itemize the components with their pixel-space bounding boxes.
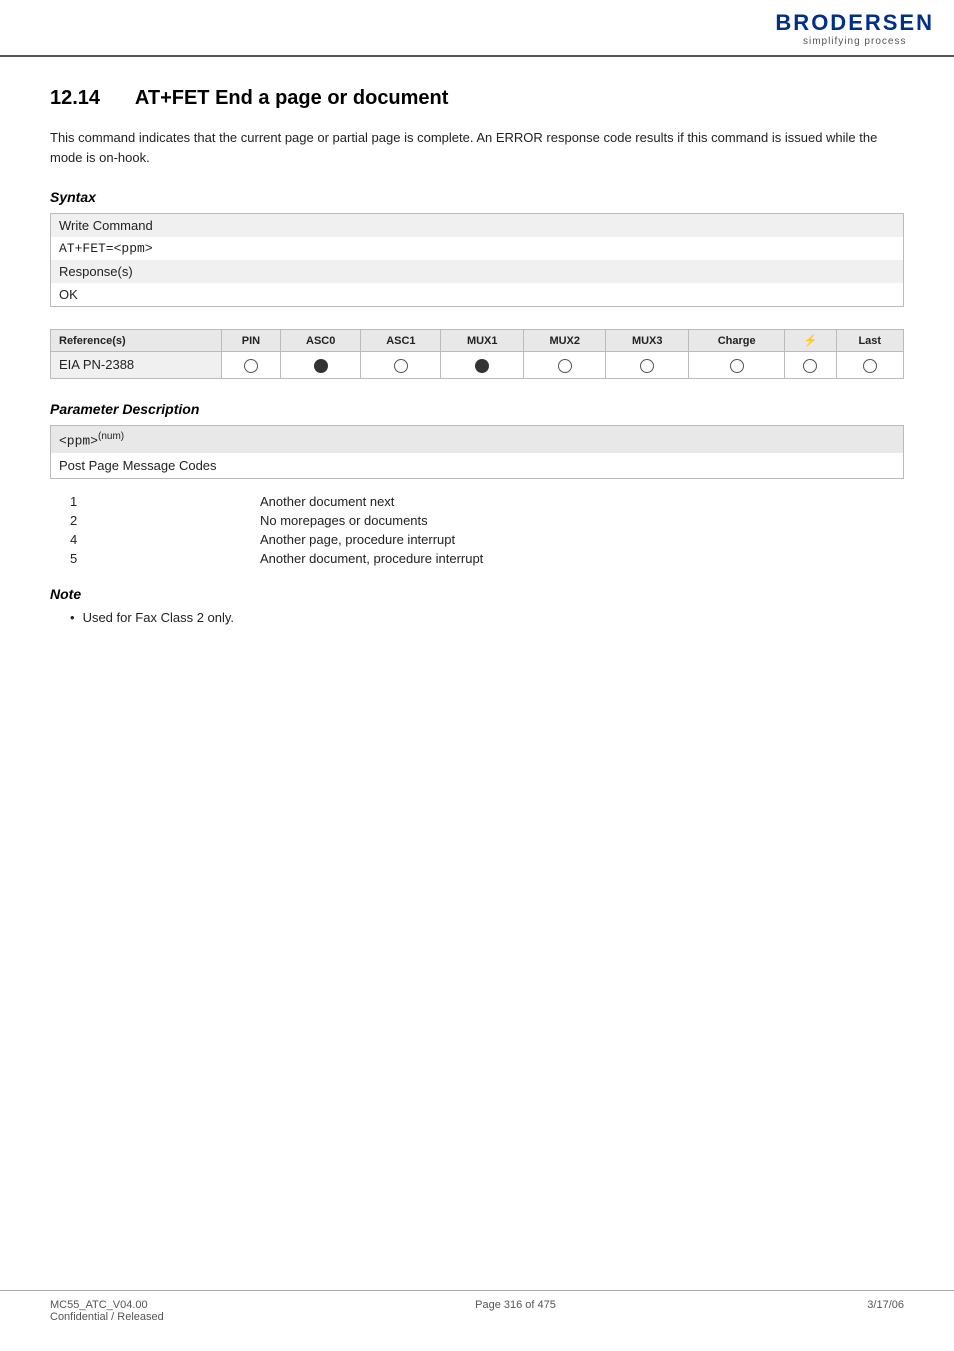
param-desc-5: Another document, procedure interrupt: [260, 551, 483, 566]
ref-col-mux1: MUX1: [441, 330, 524, 352]
ref-col-asc0: ASC0: [281, 330, 361, 352]
note-text-1: Used for Fax Class 2 only.: [83, 610, 234, 625]
syntax-table: Write Command AT+FET=<ppm> Response(s) O…: [50, 213, 904, 307]
note-list: • Used for Fax Class 2 only.: [70, 610, 904, 625]
param-desc-heading: Parameter Description: [50, 401, 904, 417]
footer-date: 3/17/06: [867, 1299, 904, 1311]
ref-data-row: EIA PN-2388: [51, 352, 904, 379]
section-heading: AT+FET End a page or document: [135, 87, 449, 109]
ref-cell-mux2: [523, 352, 606, 379]
syntax-cell-command: AT+FET=<ppm>: [51, 237, 904, 260]
circle-empty-pin: [244, 359, 258, 373]
param-num-5: 5: [60, 551, 260, 566]
section-number: 12.14: [50, 87, 100, 109]
logo: BRODERSEN simplifying process: [775, 10, 934, 47]
syntax-cell-ok: OK: [51, 283, 904, 307]
syntax-cell-response-label: Response(s): [51, 260, 904, 283]
param-value-1: 1 Another document next: [60, 494, 904, 509]
param-row-label: <ppm>(num): [51, 425, 904, 453]
ref-col-name: Reference(s): [51, 330, 222, 352]
circle-empty-special: [803, 359, 817, 373]
param-row-desc: Post Page Message Codes: [51, 453, 904, 479]
param-value-4: 4 Another page, procedure interrupt: [60, 532, 904, 547]
ref-cell-pin: [221, 352, 280, 379]
ref-cell-last: [836, 352, 904, 379]
param-num-1: 1: [60, 494, 260, 509]
syntax-row-write-command: Write Command: [51, 214, 904, 238]
circle-empty-charge: [730, 359, 744, 373]
main-content: 12.14 AT+FET End a page or document This…: [0, 57, 954, 659]
ref-col-asc1: ASC1: [361, 330, 441, 352]
param-cell-label: <ppm>(num): [51, 425, 904, 453]
ref-header-row: Reference(s) PIN ASC0 ASC1 MUX1 MUX2 MUX…: [51, 330, 904, 352]
logo-subtitle: simplifying process: [775, 36, 934, 47]
ref-col-mux3: MUX3: [606, 330, 689, 352]
param-num-2: 2: [60, 513, 260, 528]
param-desc-1: Another document next: [260, 494, 394, 509]
ref-cell-mux1: [441, 352, 524, 379]
footer-page: Page 316 of 475: [475, 1299, 556, 1311]
note-heading: Note: [50, 586, 904, 602]
circle-empty-mux3: [640, 359, 654, 373]
ref-cell-charge: [688, 352, 784, 379]
ref-cell-asc0: [281, 352, 361, 379]
circle-filled-asc0: [314, 359, 328, 373]
footer-status: Confidential / Released: [50, 1311, 164, 1323]
page-header: BRODERSEN simplifying process: [0, 0, 954, 57]
param-value-2: 2 No morepages or documents: [60, 513, 904, 528]
param-label-text: <ppm>: [59, 433, 98, 448]
footer-right: 3/17/06: [867, 1299, 904, 1323]
ref-cell-mux3: [606, 352, 689, 379]
circle-empty-mux2: [558, 359, 572, 373]
syntax-heading: Syntax: [50, 189, 904, 205]
param-desc-2: No morepages or documents: [260, 513, 428, 528]
page-footer: MC55_ATC_V04.00 Confidential / Released …: [0, 1290, 954, 1331]
note-bullet-1: •: [70, 610, 75, 625]
param-value-5: 5 Another document, procedure interrupt: [60, 551, 904, 566]
syntax-cell-write-command: Write Command: [51, 214, 904, 238]
logo-name: BRODERSEN: [775, 10, 934, 36]
param-cell-desc: Post Page Message Codes: [51, 453, 904, 479]
param-num-4: 4: [60, 532, 260, 547]
param-sup-text: (num): [98, 431, 124, 442]
param-desc-4: Another page, procedure interrupt: [260, 532, 455, 547]
ref-col-special: ⚡: [785, 330, 836, 352]
ref-cell-asc1: [361, 352, 441, 379]
circle-filled-mux1: [475, 359, 489, 373]
param-table: <ppm>(num) Post Page Message Codes: [50, 425, 904, 479]
syntax-row-command: AT+FET=<ppm>: [51, 237, 904, 260]
footer-doc-name: MC55_ATC_V04.00: [50, 1299, 164, 1311]
ref-col-charge: Charge: [688, 330, 784, 352]
syntax-row-ok: OK: [51, 283, 904, 307]
intro-text: This command indicates that the current …: [50, 128, 904, 167]
footer-center: Page 316 of 475: [475, 1299, 556, 1323]
footer-left: MC55_ATC_V04.00 Confidential / Released: [50, 1299, 164, 1323]
reference-table: Reference(s) PIN ASC0 ASC1 MUX1 MUX2 MUX…: [50, 329, 904, 379]
ref-cell-special: [785, 352, 836, 379]
circle-empty-last: [863, 359, 877, 373]
section-title: 12.14 AT+FET End a page or document: [50, 87, 904, 110]
note-item-1: • Used for Fax Class 2 only.: [70, 610, 904, 625]
param-values-list: 1 Another document next 2 No morepages o…: [50, 494, 904, 566]
syntax-row-response-label: Response(s): [51, 260, 904, 283]
ref-cell-name: EIA PN-2388: [51, 352, 222, 379]
ref-col-pin: PIN: [221, 330, 280, 352]
ref-col-last: Last: [836, 330, 904, 352]
ref-col-mux2: MUX2: [523, 330, 606, 352]
circle-empty-asc1: [394, 359, 408, 373]
